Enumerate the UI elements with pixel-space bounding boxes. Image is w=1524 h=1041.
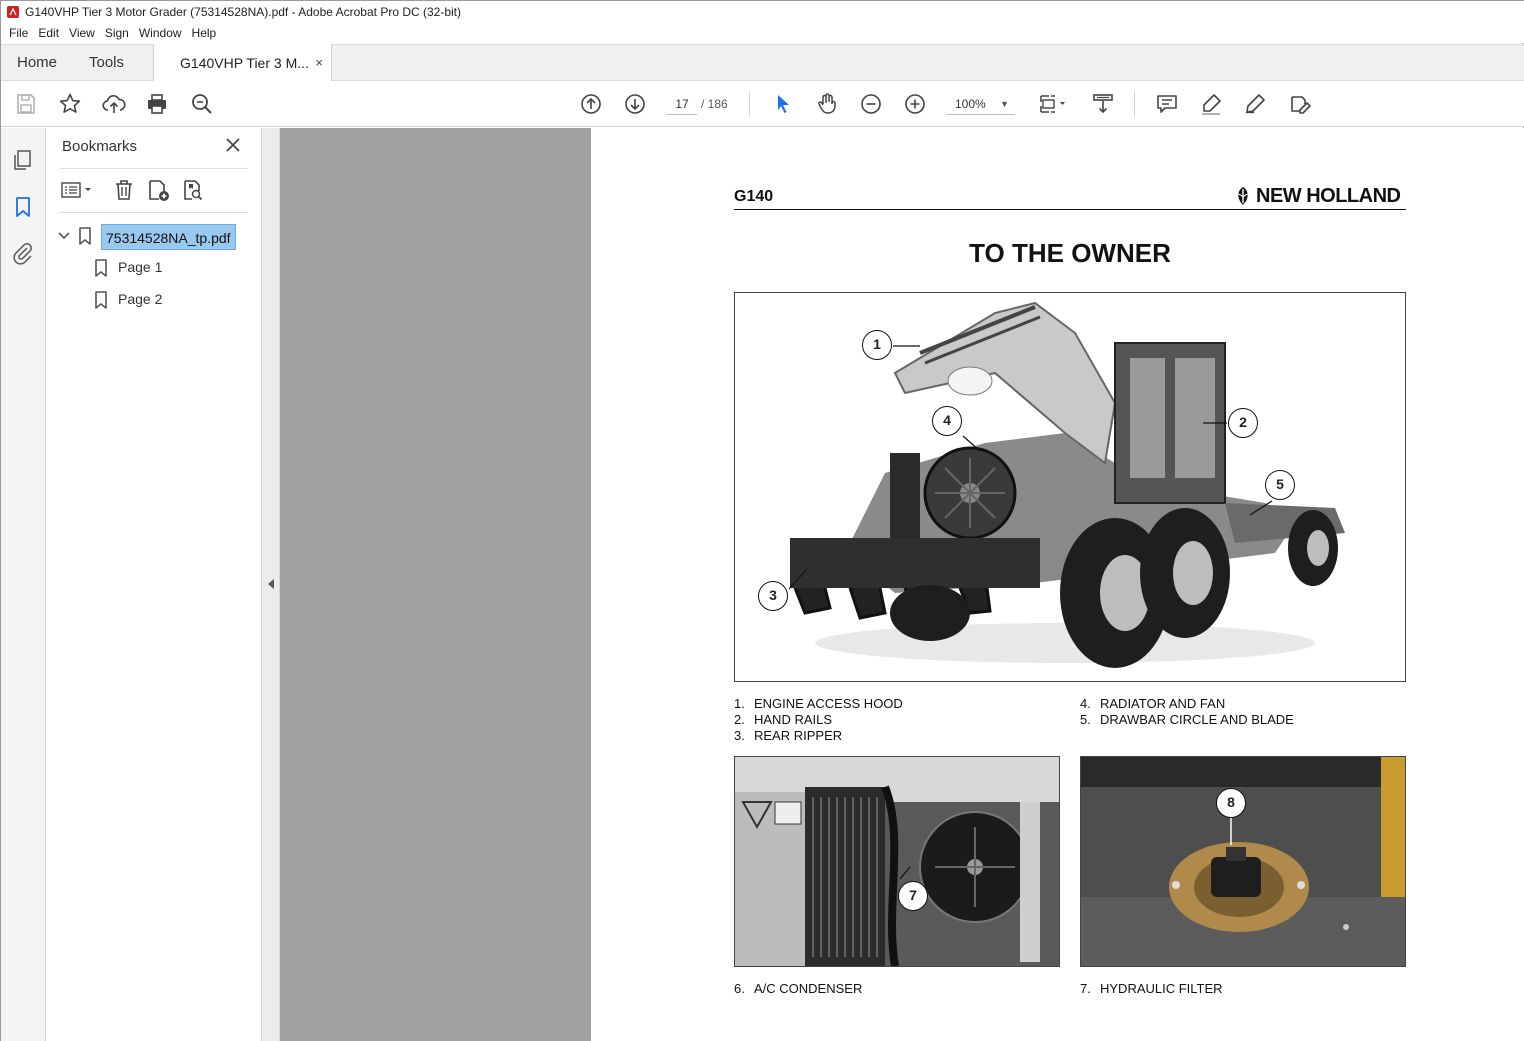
toolbar-divider [749, 92, 750, 116]
menu-bar: File Edit View Sign Window Help [1, 23, 1524, 43]
zoom-in-icon[interactable] [902, 91, 928, 117]
page-up-icon[interactable] [578, 91, 604, 117]
delete-bookmark-icon[interactable] [112, 178, 136, 202]
highlight-icon[interactable] [1198, 91, 1224, 117]
callout-4: 4 [932, 406, 962, 436]
bookmark-item-page-2[interactable]: Page 2 [118, 291, 162, 307]
hydraulic-filter-photo [1081, 757, 1405, 966]
collapse-panel-icon[interactable] [267, 578, 275, 590]
draw-icon[interactable] [1242, 91, 1268, 117]
callout-7: 7 [898, 881, 928, 911]
divider [60, 212, 248, 213]
bookmark-options-icon[interactable] [60, 178, 96, 202]
bookmarks-panel-icon[interactable] [11, 195, 35, 219]
caption-item: 5. DRAWBAR CIRCLE AND BLADE [1080, 712, 1294, 727]
new-holland-leaf-icon [1236, 187, 1250, 205]
page-fit-icon[interactable] [1034, 91, 1070, 117]
left-rail [1, 128, 46, 1041]
toolbar-divider [1134, 92, 1135, 116]
page-down-icon[interactable] [622, 91, 648, 117]
header-rule [734, 209, 1406, 210]
brand-logo: NEW HOLLAND [1233, 184, 1401, 208]
zoom-value: 100% [955, 97, 986, 111]
attachments-icon[interactable] [11, 241, 35, 265]
bookmarks-title: Bookmarks [62, 138, 138, 155]
toolbar: 17 / 186 100% ▼ [1, 81, 1524, 127]
figure-motor-grader: 1 2 3 4 5 [734, 292, 1406, 682]
upload-icon[interactable] [101, 91, 127, 117]
caption-item: 1. ENGINE ACCESS HOOD [734, 696, 903, 711]
tab-document-label: G140VHP Tier 3 M... [180, 55, 309, 71]
menu-view[interactable]: View [69, 26, 95, 40]
window-title: G140VHP Tier 3 Motor Grader (75314528NA)… [25, 5, 461, 19]
zoom-select[interactable]: 100% ▼ [947, 93, 1015, 115]
panel-splitter[interactable] [262, 128, 280, 1041]
bookmark-root-item[interactable]: 75314528NA_tp.pdf [101, 224, 236, 250]
caption-item: 4. RADIATOR AND FAN [1080, 696, 1226, 711]
tab-document[interactable]: G140VHP Tier 3 M... × [153, 44, 332, 82]
close-icon[interactable] [224, 136, 242, 154]
bookmark-search-icon[interactable] [181, 178, 205, 202]
document-background [280, 128, 591, 1041]
callout-1: 1 [862, 330, 892, 360]
bookmark-icon [95, 259, 107, 277]
title-bar: G140VHP Tier 3 Motor Grader (75314528NA)… [1, 1, 1524, 23]
bookmark-item-page-1[interactable]: Page 1 [118, 259, 162, 275]
ac-condenser-photo [735, 757, 1059, 966]
caption-item: 6. A/C CONDENSER [734, 981, 863, 996]
tab-close-icon[interactable]: × [315, 44, 323, 82]
tab-home[interactable]: Home [17, 45, 57, 81]
hand-icon[interactable] [814, 91, 840, 117]
pages-thumbnails-icon[interactable] [11, 148, 35, 172]
search-zoom-icon[interactable] [189, 91, 215, 117]
bookmarks-panel: Bookmarks 75314528NA_tp.pdf Page 1 Page … [46, 128, 262, 1041]
bookmark-icon [79, 227, 91, 245]
divider [60, 168, 248, 169]
save-icon[interactable] [13, 91, 39, 117]
callout-5: 5 [1265, 470, 1295, 500]
page-header-model: G140 [734, 188, 774, 205]
tab-tools[interactable]: Tools [89, 45, 124, 81]
brand-name: NEW HOLLAND [1256, 184, 1401, 207]
zoom-out-icon[interactable] [858, 91, 884, 117]
callout-3: 3 [758, 581, 788, 611]
select-arrow-icon[interactable] [770, 91, 796, 117]
scroll-mode-icon[interactable] [1090, 91, 1116, 117]
new-bookmark-icon[interactable] [146, 178, 170, 202]
caption-item: 7. HYDRAULIC FILTER [1080, 981, 1223, 996]
page-number-input[interactable]: 17 [667, 93, 697, 115]
bookmark-icon [95, 291, 107, 309]
chevron-down-icon[interactable] [56, 228, 72, 244]
callout-8: 8 [1216, 788, 1246, 818]
motor-grader-illustration [788, 301, 1345, 668]
figure-ac-condenser: 7 [734, 756, 1060, 967]
figure-hydraulic-filter: 8 [1080, 756, 1406, 967]
caption-item: 2. HAND RAILS [734, 712, 833, 727]
page-heading: TO THE OWNER [969, 238, 1171, 268]
chevron-down-icon: ▼ [1000, 99, 1009, 109]
bookmark-star-icon[interactable] [57, 91, 83, 117]
pdf-page: G140 NEW HOLLAND TO THE OWNER 1 2 3 4 5 … [591, 128, 1524, 1041]
comment-icon[interactable] [1154, 91, 1180, 117]
tab-bar: Home Tools G140VHP Tier 3 M... × [1, 44, 1524, 82]
menu-window[interactable]: Window [139, 26, 182, 40]
menu-file[interactable]: File [9, 26, 28, 40]
menu-edit[interactable]: Edit [38, 26, 59, 40]
print-icon[interactable] [144, 91, 170, 117]
menu-help[interactable]: Help [192, 26, 217, 40]
page-total: / 186 [701, 97, 728, 111]
acrobat-app-icon [7, 6, 19, 18]
callout-2: 2 [1228, 408, 1258, 438]
caption-item: 3. REAR RIPPER [734, 728, 843, 743]
acrobat-window: G140VHP Tier 3 Motor Grader (75314528NA)… [0, 0, 1524, 1041]
menu-sign[interactable]: Sign [105, 26, 129, 40]
fill-sign-icon[interactable] [1287, 91, 1313, 117]
